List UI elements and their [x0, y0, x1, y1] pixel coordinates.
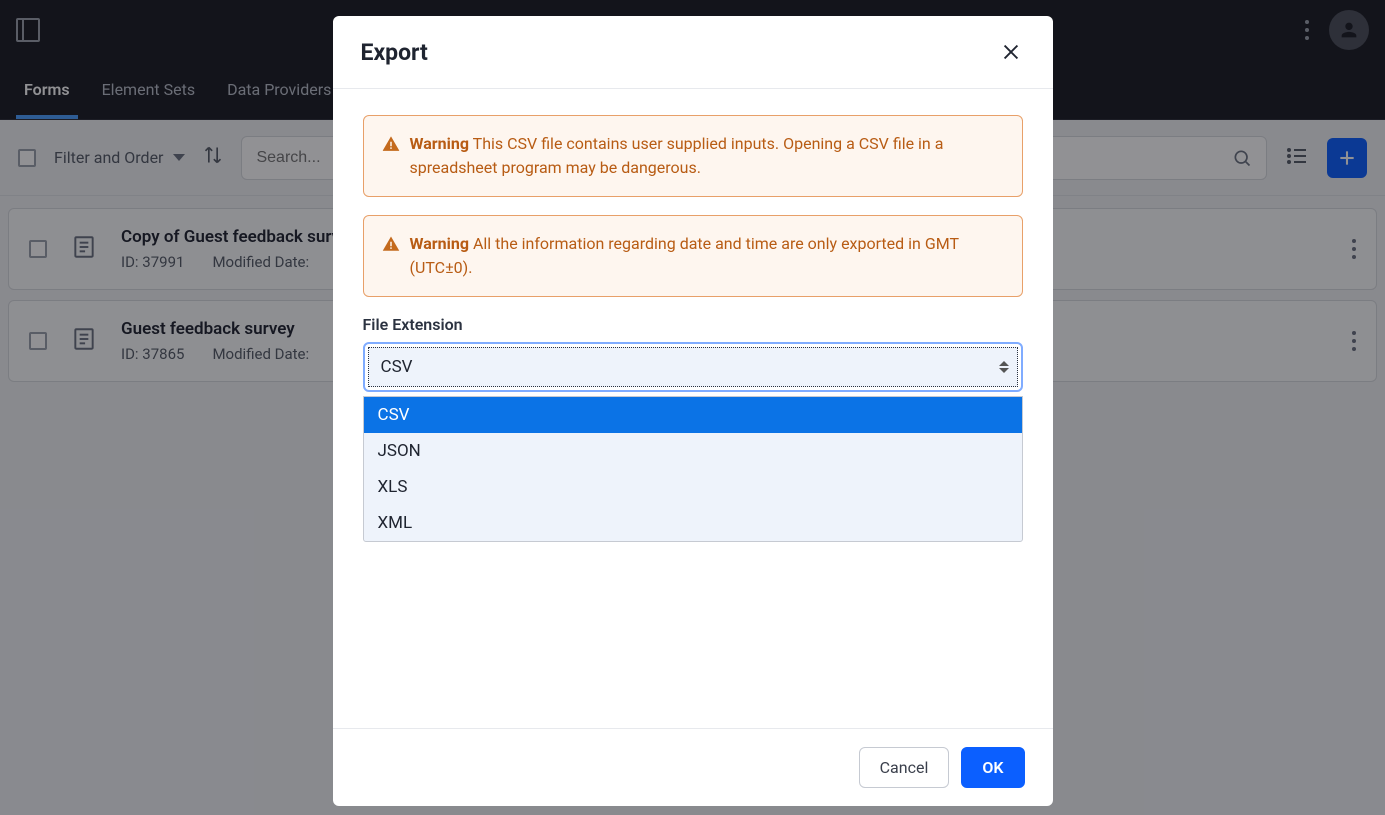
modal-title: Export: [361, 39, 428, 66]
cancel-button[interactable]: Cancel: [859, 747, 950, 788]
warning-triangle-icon: [382, 235, 400, 253]
warning-label: Warning: [410, 134, 469, 153]
file-extension-select[interactable]: CSV: [363, 342, 1023, 392]
file-extension-dropdown: CSV JSON XLS XML: [363, 396, 1023, 542]
file-extension-label: File Extension: [363, 315, 1023, 334]
warning-alert: Warning This CSV file contains user supp…: [363, 115, 1023, 197]
option-xml[interactable]: XML: [364, 505, 1022, 541]
warning-message: This CSV file contains user supplied inp…: [410, 134, 944, 177]
close-icon[interactable]: [997, 38, 1025, 66]
modal-overlay: Export Warning This CSV file contains us…: [0, 0, 1385, 815]
select-value: CSV: [381, 357, 413, 377]
ok-button[interactable]: OK: [961, 747, 1024, 788]
option-csv[interactable]: CSV: [364, 397, 1022, 433]
warning-alert: Warning All the information regarding da…: [363, 215, 1023, 297]
option-json[interactable]: JSON: [364, 433, 1022, 469]
warning-message: All the information regarding date and t…: [410, 234, 959, 277]
option-xls[interactable]: XLS: [364, 469, 1022, 505]
warning-label: Warning: [410, 234, 469, 253]
export-modal: Export Warning This CSV file contains us…: [333, 16, 1053, 806]
select-arrows-icon: [995, 361, 1013, 373]
warning-triangle-icon: [382, 135, 400, 153]
